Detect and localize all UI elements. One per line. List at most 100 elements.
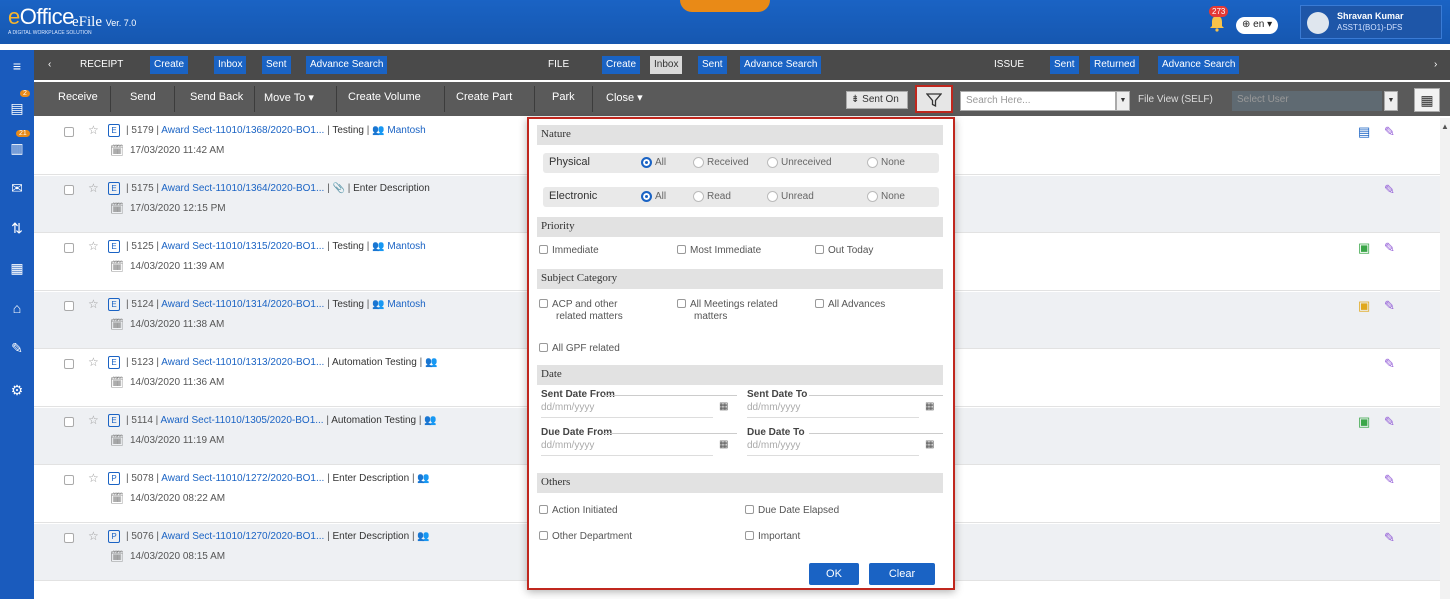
electronic-read-radio[interactable]: Read xyxy=(693,191,731,202)
due-date-from-field[interactable]: Due Date From dd/mm/yyyy ▦ xyxy=(541,427,737,457)
priority-immediate-checkbox[interactable]: Immediate xyxy=(539,245,599,257)
file-number-link[interactable]: Award Sect-11010/1272/2020-BO1... xyxy=(161,473,324,484)
nav-receipt-inbox[interactable]: Inbox xyxy=(214,56,247,74)
due-date-to-field[interactable]: Due Date To dd/mm/yyyy ▦ xyxy=(747,427,943,457)
move-to-button[interactable]: Move To ▾ xyxy=(264,91,314,104)
note-icon[interactable]: ▤ xyxy=(1358,124,1370,140)
electronic-all-radio[interactable]: All xyxy=(641,191,666,202)
nav-issue-advsearch[interactable]: Advance Search xyxy=(1158,56,1240,74)
create-part-button[interactable]: Create Part xyxy=(456,91,512,103)
priority-out-today-checkbox[interactable]: Out Today xyxy=(815,245,873,257)
feather-icon[interactable]: ✎ xyxy=(1384,298,1395,314)
close-button[interactable]: Close ▾ xyxy=(606,91,643,104)
star-icon[interactable]: ☆ xyxy=(88,239,99,253)
file-number-link[interactable]: Award Sect-11010/1314/2020-BO1... xyxy=(161,299,324,310)
reports-icon[interactable]: ▦ xyxy=(7,258,27,278)
others-other-department-checkbox[interactable]: Other Department xyxy=(539,531,632,543)
priority-most-immediate-checkbox[interactable]: Most Immediate xyxy=(677,245,761,257)
others-due-date-elapsed-checkbox[interactable]: Due Date Elapsed xyxy=(745,505,839,517)
clear-button[interactable]: Clear xyxy=(869,563,935,585)
row-checkbox[interactable] xyxy=(64,359,74,369)
due-date-to-input[interactable]: dd/mm/yyyy xyxy=(747,438,919,456)
nav-issue-sent[interactable]: Sent xyxy=(1050,56,1079,74)
calculator-icon[interactable]: ▦ xyxy=(1414,88,1440,112)
row-checkbox[interactable] xyxy=(64,417,74,427)
green-doc-icon[interactable]: ▣ xyxy=(1358,240,1370,256)
subject-meetings-checkbox[interactable]: All Meetings related matters xyxy=(677,299,778,323)
file-number-link[interactable]: Award Sect-11010/1270/2020-BO1... xyxy=(161,531,324,542)
calendar-icon[interactable]: ▦ xyxy=(719,401,728,412)
others-important-checkbox[interactable]: Important xyxy=(745,531,800,543)
star-icon[interactable]: ☆ xyxy=(88,529,99,543)
row-checkbox[interactable] xyxy=(64,185,74,195)
search-dropdown-icon[interactable]: ▼ xyxy=(1116,91,1130,111)
yellow-doc-icon[interactable]: ▣ xyxy=(1358,298,1370,314)
settings-icon[interactable]: ⚙ xyxy=(7,380,27,400)
sent-on-sort-button[interactable]: ⇟ Sent On xyxy=(846,91,908,109)
file-number-link[interactable]: Award Sect-11010/1364/2020-BO1... xyxy=(161,183,324,194)
feather-icon[interactable]: ✎ xyxy=(1384,240,1395,256)
star-icon[interactable]: ☆ xyxy=(88,471,99,485)
feather-icon[interactable]: ✎ xyxy=(1384,124,1395,140)
filter-icon[interactable] xyxy=(915,85,953,113)
scrollbar[interactable] xyxy=(1440,118,1450,599)
sent-date-to-input[interactable]: dd/mm/yyyy xyxy=(747,400,919,418)
others-action-initiated-checkbox[interactable]: Action Initiated xyxy=(539,505,618,517)
receive-button[interactable]: Receive xyxy=(58,91,98,103)
chevron-down-icon[interactable]: ▼ xyxy=(1384,91,1398,111)
scroll-up-icon[interactable]: ▲ xyxy=(1440,122,1450,131)
sent-date-from-field[interactable]: Sent Date From dd/mm/yyyy ▦ xyxy=(541,389,737,419)
subject-gpf-checkbox[interactable]: All GPF related xyxy=(539,343,620,355)
star-icon[interactable]: ☆ xyxy=(88,413,99,427)
calendar-icon[interactable]: ▦ xyxy=(719,439,728,450)
send-back-button[interactable]: Send Back xyxy=(190,91,243,103)
create-volume-button[interactable]: Create Volume xyxy=(348,91,421,103)
nav-file-inbox[interactable]: Inbox xyxy=(650,56,683,74)
star-icon[interactable]: ☆ xyxy=(88,297,99,311)
green-doc-icon[interactable]: ▣ xyxy=(1358,414,1370,430)
nav-receipt-sent[interactable]: Sent xyxy=(262,56,291,74)
feather-icon[interactable]: ✎ xyxy=(1384,472,1395,488)
file-icon[interactable]: ▥ xyxy=(7,138,27,158)
user-menu[interactable]: Shravan Kumar ASST1(BO1)-DFS xyxy=(1300,5,1442,39)
subject-acp-checkbox[interactable]: ACP and other related matters xyxy=(539,299,623,323)
send-button[interactable]: Send xyxy=(130,91,156,103)
feather-icon[interactable]: ✎ xyxy=(1384,530,1395,546)
nav-back-icon[interactable]: ‹ xyxy=(44,56,55,74)
home-icon[interactable]: ⌂ xyxy=(7,298,27,318)
file-number-link[interactable]: Award Sect-11010/1315/2020-BO1... xyxy=(161,241,324,252)
physical-unreceived-radio[interactable]: Unreceived xyxy=(767,157,832,168)
row-checkbox[interactable] xyxy=(64,533,74,543)
star-icon[interactable]: ☆ xyxy=(88,181,99,195)
row-checkbox[interactable] xyxy=(64,243,74,253)
nav-file-create[interactable]: Create xyxy=(602,56,641,74)
row-checkbox[interactable] xyxy=(64,127,74,137)
row-checkbox[interactable] xyxy=(64,301,74,311)
feather-icon[interactable]: ✎ xyxy=(1384,356,1395,372)
physical-received-radio[interactable]: Received xyxy=(693,157,749,168)
language-selector[interactable]: ⊕ en ▾ xyxy=(1236,17,1278,34)
row-checkbox[interactable] xyxy=(64,475,74,485)
due-date-from-input[interactable]: dd/mm/yyyy xyxy=(541,438,713,456)
dak-icon[interactable]: ✉ xyxy=(7,178,27,198)
sent-date-to-field[interactable]: Sent Date To dd/mm/yyyy ▦ xyxy=(747,389,943,419)
feather-icon[interactable]: ✎ xyxy=(1384,182,1395,198)
search-input[interactable]: Search Here... xyxy=(960,91,1116,111)
notes-icon[interactable]: ✎ xyxy=(7,338,27,358)
nav-receipt-create[interactable]: Create xyxy=(150,56,189,74)
nav-forward-icon[interactable]: › xyxy=(1430,56,1441,74)
file-number-link[interactable]: Award Sect-11010/1305/2020-BO1... xyxy=(161,415,324,426)
feather-icon[interactable]: ✎ xyxy=(1384,414,1395,430)
ok-button[interactable]: OK xyxy=(809,563,859,585)
movement-icon[interactable]: ⇅ xyxy=(7,218,27,238)
physical-all-radio[interactable]: All xyxy=(641,157,666,168)
file-number-link[interactable]: Award Sect-11010/1313/2020-BO1... xyxy=(161,357,324,368)
star-icon[interactable]: ☆ xyxy=(88,123,99,137)
select-user-dropdown[interactable]: Select User xyxy=(1232,91,1382,111)
file-number-link[interactable]: Award Sect-11010/1368/2020-BO1... xyxy=(161,125,324,136)
park-button[interactable]: Park xyxy=(552,91,575,103)
top-collapse-handle[interactable] xyxy=(680,0,770,12)
electronic-unread-radio[interactable]: Unread xyxy=(767,191,814,202)
calendar-icon[interactable]: ▦ xyxy=(925,401,934,412)
sent-date-from-input[interactable]: dd/mm/yyyy xyxy=(541,400,713,418)
